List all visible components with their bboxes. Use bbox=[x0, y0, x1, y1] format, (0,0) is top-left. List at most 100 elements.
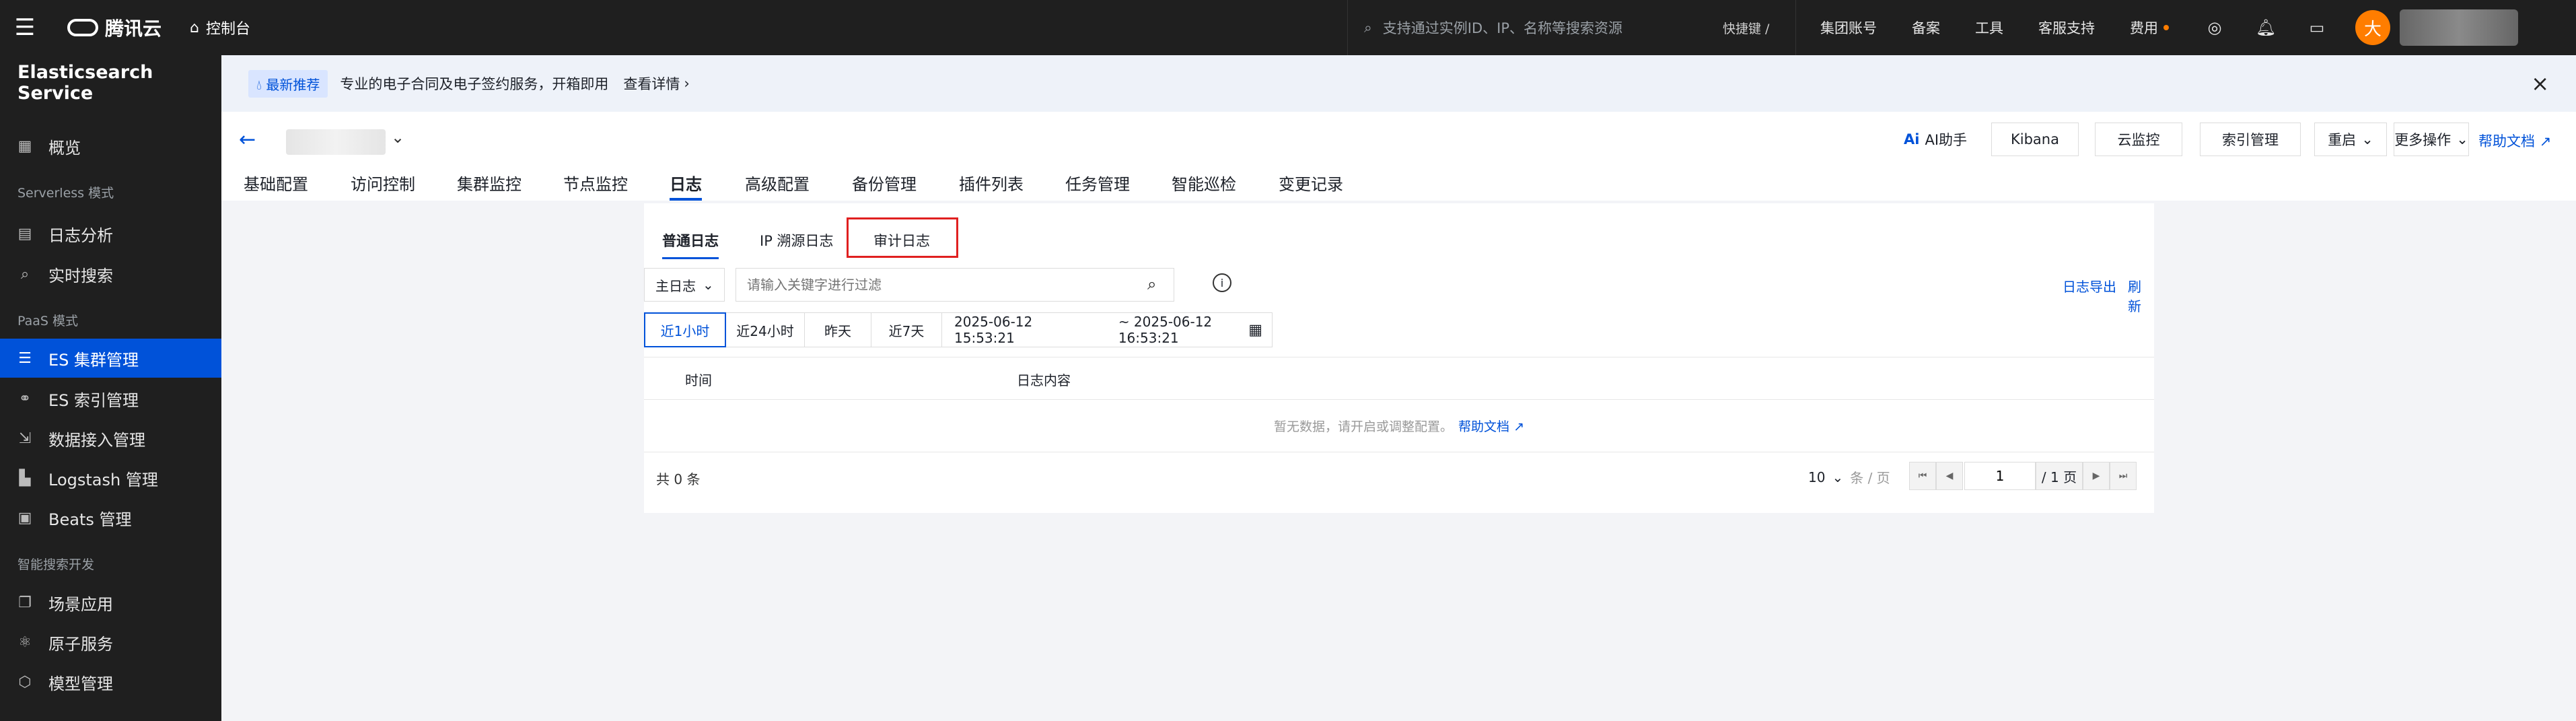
cube-icon: ⬡ bbox=[18, 673, 32, 691]
sidebar-item-models[interactable]: ⬡ 模型管理 bbox=[0, 662, 221, 701]
sidebar-item-scene-apps[interactable]: ❐ 场景应用 bbox=[0, 583, 221, 622]
chevron-right-icon: › bbox=[684, 75, 690, 92]
tencent-cloud-logo[interactable]: 腾讯云 bbox=[67, 14, 162, 41]
cloud-logo-icon bbox=[67, 19, 98, 36]
sidebar-group-paas: PaaS 模式 bbox=[17, 314, 78, 329]
log-type-select[interactable]: 主日志 ⌄ bbox=[644, 268, 725, 302]
billing-link[interactable]: 费用 bbox=[2130, 18, 2169, 38]
sidebar-item-label: 实时搜索 bbox=[48, 266, 113, 285]
banner-more-link[interactable]: 查看详情 › bbox=[623, 73, 689, 94]
bell-icon[interactable]: 🔔︎ bbox=[2255, 17, 2277, 38]
wallet-icon[interactable]: ▭ bbox=[2306, 17, 2328, 38]
banner-tag-label: 最新推荐 bbox=[266, 76, 320, 93]
sidebar-item-label: 场景应用 bbox=[48, 594, 113, 614]
range-start: 2025-06-12 15:53:21 bbox=[954, 314, 1033, 346]
keyword-filter-input[interactable] bbox=[736, 268, 1174, 302]
sidebar-group-serverless: Serverless 模式 bbox=[17, 186, 114, 201]
empty-help-label: 帮助文档 bbox=[1458, 419, 1510, 434]
range-7d-button[interactable]: 近7天 bbox=[871, 312, 942, 347]
sidebar-item-atomic-services[interactable]: ⚛ 原子服务 bbox=[0, 623, 221, 662]
icp-filing-link[interactable]: 备案 bbox=[1912, 18, 1940, 38]
shortcut-hint: 快捷键 / bbox=[1723, 21, 1770, 36]
date-range-picker[interactable]: 2025-06-12 15:53:21 ~ 2025-06-12 16:53:2… bbox=[941, 312, 1273, 347]
instance-header: ← ⌄ Ai AI助手 Kibana 云监控 索引管理 重启 ⌄ 更多操作 ⌄ 帮助文… bbox=[221, 112, 2576, 201]
first-page-icon[interactable]: ⏮ bbox=[1909, 462, 1936, 490]
list-icon: ☰ bbox=[18, 349, 32, 367]
range-yesterday-button[interactable]: 昨天 bbox=[804, 312, 871, 347]
avatar[interactable]: 大 bbox=[2355, 10, 2390, 45]
calendar-icon: ▦ bbox=[1248, 321, 1262, 339]
sidebar-item-label: 模型管理 bbox=[48, 674, 113, 693]
tab-inspection[interactable]: 智能巡检 bbox=[1172, 171, 1236, 201]
next-page-icon[interactable]: ▶ bbox=[2083, 462, 2110, 490]
tools-link[interactable]: 工具 bbox=[1975, 18, 2003, 38]
tab-access-control[interactable]: 访问控制 bbox=[351, 171, 415, 201]
tab-tasks[interactable]: 任务管理 bbox=[1065, 171, 1130, 201]
subtab-ip-trace-logs[interactable]: IP 溯源日志 bbox=[760, 230, 834, 250]
sidebar-item-log-analysis[interactable]: ▤ 日志分析 bbox=[0, 214, 221, 253]
tab-backup[interactable]: 备份管理 bbox=[852, 171, 917, 201]
close-icon[interactable]: × bbox=[2531, 71, 2549, 96]
sidebar-item-overview[interactable]: ▦ 概览 bbox=[0, 127, 221, 166]
search-icon[interactable]: ⌕ bbox=[1147, 275, 1156, 294]
sidebar-item-label: ES 集群管理 bbox=[48, 350, 139, 370]
search-placeholder: 支持通过实例ID、IP、名称等搜索资源 bbox=[1382, 20, 1622, 36]
help-docs-link[interactable]: 帮助文档 ↗ bbox=[2478, 131, 2551, 151]
chevron-down-icon[interactable]: ⌄ bbox=[391, 128, 404, 147]
help-docs-label: 帮助文档 bbox=[2478, 133, 2535, 149]
subtab-normal-logs[interactable]: 普通日志 bbox=[662, 230, 719, 259]
prev-page-icon[interactable]: ◀ bbox=[1936, 462, 1963, 490]
sidebar-item-es-index[interactable]: ⚭ ES 索引管理 bbox=[0, 379, 221, 418]
sidebar-item-es-cluster[interactable]: ☰ ES 集群管理 bbox=[0, 339, 221, 378]
page-number-input[interactable] bbox=[1964, 462, 2036, 490]
empty-text: 暂无数据，请开启或调整配置。 bbox=[1274, 419, 1454, 434]
highlight-box bbox=[847, 217, 958, 258]
tab-node-monitor[interactable]: 节点监控 bbox=[563, 171, 628, 201]
index-manage-button[interactable]: 索引管理 bbox=[2200, 123, 2301, 156]
per-page-label: 条 / 页 bbox=[1850, 470, 1890, 486]
sidebar-item-realtime-search[interactable]: ⌕ 实时搜索 bbox=[0, 254, 221, 294]
info-icon[interactable]: i bbox=[1213, 273, 1231, 292]
tab-basic-config[interactable]: 基础配置 bbox=[244, 171, 308, 201]
account-name-redacted[interactable] bbox=[2400, 9, 2518, 46]
page-size-select[interactable]: 10 ⌄ 条 / 页 bbox=[1808, 467, 1890, 487]
top-navigation-bar: ☰ 腾讯云 ⌂ 控制台 ⌕ 支持通过实例ID、IP、名称等搜索资源 快捷键 / … bbox=[0, 0, 2576, 55]
empty-help-link[interactable]: 帮助文档 ↗ bbox=[1458, 417, 1524, 435]
export-logs-link[interactable]: 日志导出 bbox=[2063, 276, 2116, 296]
cloud-monitor-button[interactable]: 云监控 bbox=[2095, 123, 2182, 156]
empty-state: 暂无数据，请开启或调整配置。 帮助文档 ↗ bbox=[644, 400, 2154, 452]
hamburger-menu-icon[interactable]: ☰ bbox=[0, 0, 50, 55]
sidebar-item-logstash[interactable]: ▙ Logstash 管理 bbox=[0, 458, 221, 497]
total-count: 共 0 条 bbox=[656, 471, 701, 487]
support-link[interactable]: 客服支持 bbox=[2038, 18, 2095, 38]
range-1h-button[interactable]: 近1小时 bbox=[644, 312, 726, 347]
console-label: 控制台 bbox=[205, 21, 250, 38]
sidebar-item-beats[interactable]: ▣ Beats 管理 bbox=[0, 498, 221, 537]
group-account-link[interactable]: 集团账号 bbox=[1820, 18, 1877, 38]
compass-icon[interactable]: ◎ bbox=[2204, 17, 2225, 38]
chevron-down-icon: ⌄ bbox=[2456, 131, 2468, 147]
tab-advanced-config[interactable]: 高级配置 bbox=[745, 171, 810, 201]
back-arrow-icon[interactable]: ← bbox=[239, 128, 256, 151]
atom-icon: ⚛ bbox=[18, 633, 32, 651]
top-links: 集团账号 备案 工具 客服支持 费用 ◎ 🔔︎ ▭ ✿ bbox=[1795, 0, 2408, 55]
instance-selector-redacted[interactable] bbox=[286, 129, 386, 155]
layers-icon: ❐ bbox=[18, 594, 32, 611]
log-panel: 普通日志 IP 溯源日志 审计日志 主日志⌄ ⌕ i 日志导出 刷新 近1小时 … bbox=[644, 203, 2154, 513]
tab-logs[interactable]: 日志 bbox=[670, 171, 702, 201]
range-24h-button[interactable]: 近24小时 bbox=[725, 312, 805, 347]
chevron-down-icon: ⌄ bbox=[1832, 469, 1844, 485]
console-link[interactable]: ⌂ 控制台 bbox=[190, 17, 250, 38]
restart-dropdown[interactable]: 重启 ⌄ bbox=[2314, 123, 2387, 156]
sidebar-item-data-ingest[interactable]: ⇲ 数据接入管理 bbox=[0, 419, 221, 458]
global-search-input[interactable]: ⌕ 支持通过实例ID、IP、名称等搜索资源 bbox=[1347, 0, 1744, 55]
refresh-link[interactable]: 刷新 bbox=[2128, 276, 2154, 315]
ai-assistant-button[interactable]: Ai AI助手 bbox=[1904, 129, 1967, 149]
tab-change-log[interactable]: 变更记录 bbox=[1279, 171, 1343, 201]
more-actions-dropdown[interactable]: 更多操作 ⌄ bbox=[2394, 123, 2469, 156]
tab-cluster-monitor[interactable]: 集群监控 bbox=[457, 171, 522, 201]
notification-dot bbox=[2163, 25, 2169, 30]
last-page-icon[interactable]: ⏭ bbox=[2110, 462, 2137, 490]
tab-plugins[interactable]: 插件列表 bbox=[959, 171, 1024, 201]
kibana-button[interactable]: Kibana bbox=[1991, 123, 2079, 156]
